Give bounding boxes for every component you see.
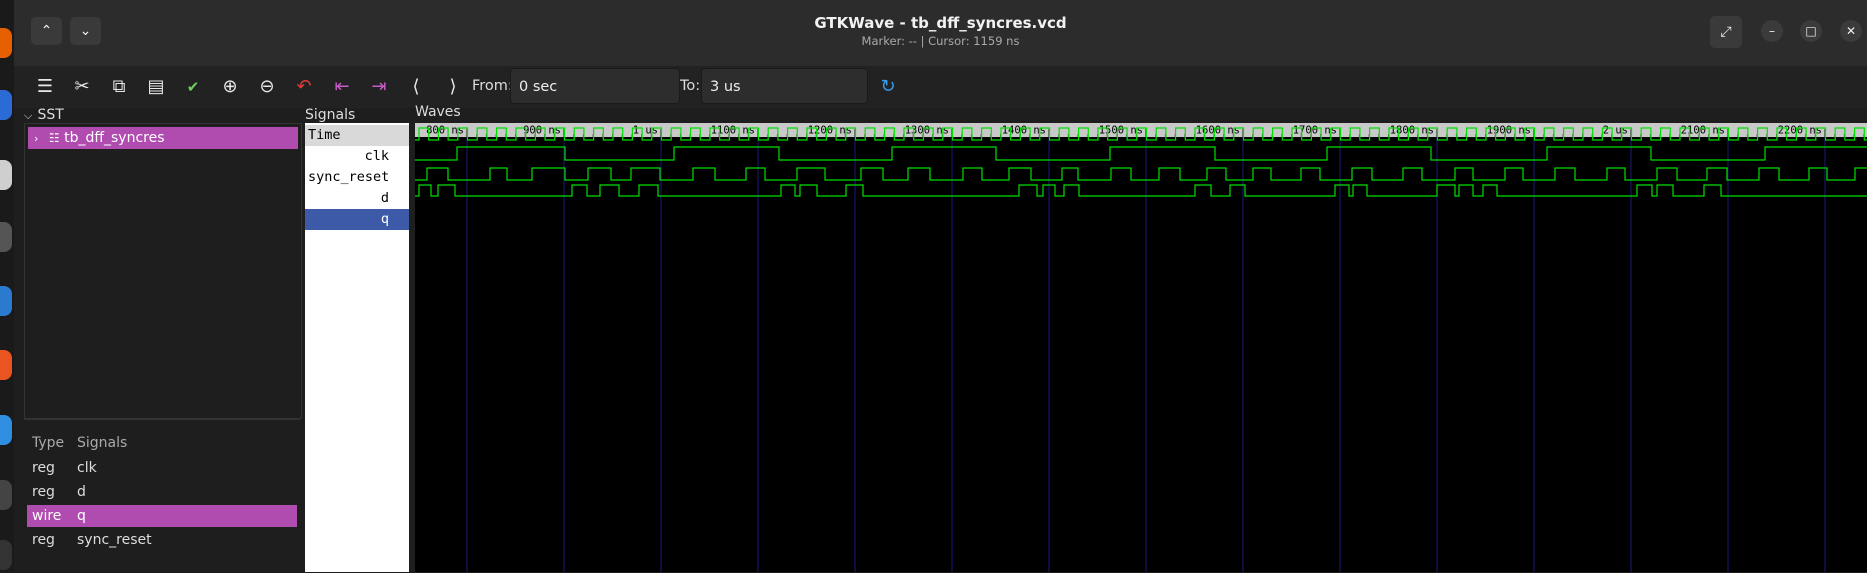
signal-sync-reset[interactable]: sync_reset bbox=[305, 167, 409, 188]
to-field[interactable]: 3 us bbox=[701, 68, 868, 104]
thunderbird-icon[interactable] bbox=[0, 90, 12, 120]
waveform-canvas[interactable]: 800 ns 900 ns 1 us 1100 ns 1200 ns 1300 ns 140… bbox=[415, 123, 1867, 572]
minimize-button[interactable]: – bbox=[1761, 20, 1783, 42]
window-subtitle: Marker: -- | Cursor: 1159 ns bbox=[861, 34, 1020, 48]
waveform-view[interactable]: 800 ns 900 ns 1 us 1100 ns 1200 ns 1300 ns 140… bbox=[415, 123, 1867, 572]
paste-icon[interactable]: ▤ bbox=[144, 75, 168, 99]
window-title: GTKWave - tb_dff_syncres.vcd bbox=[814, 14, 1067, 32]
zoom-end-icon[interactable]: ⇥ bbox=[367, 75, 391, 99]
sst-label: SST bbox=[37, 107, 64, 123]
signal-q-selected[interactable]: q bbox=[305, 209, 409, 230]
close-button[interactable]: ✕ bbox=[1840, 20, 1862, 42]
from-field[interactable]: 0 sec bbox=[510, 68, 680, 104]
wave-d[interactable] bbox=[415, 167, 1867, 181]
hierarchy-icon: ☷ bbox=[48, 131, 60, 145]
signal-name: sync_reset bbox=[77, 532, 152, 548]
signal-row-selected[interactable]: wire q bbox=[27, 505, 297, 527]
store-icon[interactable] bbox=[0, 350, 12, 380]
signal-q-label: q bbox=[380, 211, 389, 227]
signals-label: Signals bbox=[305, 107, 356, 123]
type-signals-panel: Type Signals reg clk reg d wire q reg sy… bbox=[24, 419, 300, 573]
signal-sync-reset-label: sync_reset bbox=[308, 169, 390, 185]
zoom-out-icon[interactable]: ⊖ bbox=[255, 75, 279, 99]
signal-clk[interactable]: clk bbox=[305, 146, 409, 167]
signal-name: clk bbox=[77, 460, 97, 476]
files-icon[interactable] bbox=[0, 160, 12, 190]
apps-icon[interactable] bbox=[0, 540, 12, 570]
chevron-down-icon: ⌵ bbox=[24, 109, 33, 122]
trash-icon[interactable] bbox=[0, 480, 12, 510]
signals-column-header: Signals bbox=[77, 435, 128, 451]
sst-tree: › ☷ tb_dff_syncres bbox=[24, 123, 302, 419]
zoom-start-icon[interactable]: ⇤ bbox=[330, 75, 354, 99]
to-label: To: bbox=[680, 78, 701, 94]
signal-name: q bbox=[77, 508, 86, 524]
signal-row[interactable]: reg clk bbox=[27, 457, 297, 479]
copy-icon[interactable]: ⧉ bbox=[107, 75, 131, 99]
sst-header[interactable]: ⌵ SST bbox=[24, 104, 300, 123]
select-all-icon[interactable]: ✔ bbox=[181, 75, 205, 99]
undo-zoom-icon[interactable]: ↶ bbox=[292, 75, 316, 99]
zoom-in-icon[interactable]: ⊕ bbox=[218, 75, 242, 99]
signal-name: d bbox=[77, 484, 86, 500]
signals-header: Signals bbox=[305, 104, 410, 123]
signal-row[interactable]: reg sync_reset bbox=[27, 529, 297, 551]
signals-list: Time clk sync_reset d q bbox=[305, 123, 409, 572]
type-column-header: Type bbox=[32, 435, 65, 451]
cut-icon[interactable]: ✂ bbox=[70, 75, 94, 99]
maximize-button[interactable]: □ bbox=[1800, 20, 1822, 42]
signal-clk-label: clk bbox=[364, 148, 389, 164]
signal-time-label: Time bbox=[308, 127, 341, 143]
writer-icon[interactable] bbox=[0, 286, 12, 316]
menu-icon[interactable]: ☰ bbox=[33, 75, 57, 99]
prev-page-icon[interactable]: ⟨ bbox=[404, 75, 428, 99]
next-page-icon[interactable]: ⟩ bbox=[441, 75, 465, 99]
fullscreen-button[interactable]: ⤢ bbox=[1710, 16, 1742, 48]
title-bar: ⌃ ⌄ GTKWave - tb_dff_syncres.vcd Marker:… bbox=[14, 0, 1867, 66]
ruler-tick-label: 1 us bbox=[633, 125, 658, 137]
type-signals-header: Type Signals bbox=[27, 432, 297, 454]
signal-row[interactable]: reg d bbox=[27, 481, 297, 503]
reload-icon[interactable]: ↻ bbox=[876, 75, 900, 99]
signal-time[interactable]: Time bbox=[305, 125, 409, 146]
ruler-tick-label: 2 us bbox=[1603, 125, 1628, 137]
dock bbox=[0, 0, 14, 572]
tree-item-label: tb_dff_syncres bbox=[64, 130, 165, 146]
tree-item-tb-dff-syncres[interactable]: › ☷ tb_dff_syncres bbox=[28, 127, 298, 149]
wave-q[interactable] bbox=[415, 184, 1867, 197]
firefox-icon[interactable] bbox=[0, 28, 12, 58]
toolbar: ☰ ✂ ⧉ ▤ ✔ ⊕ ⊖ ↶ ⇤ ⇥ ⟨ ⟩ From: 0 sec To: … bbox=[14, 66, 1867, 108]
signal-type: wire bbox=[32, 508, 62, 524]
signal-d-label: d bbox=[380, 190, 389, 206]
media-icon[interactable] bbox=[0, 222, 12, 252]
signal-type: reg bbox=[32, 484, 55, 500]
wave-sync-reset[interactable] bbox=[415, 146, 1867, 161]
signal-type: reg bbox=[32, 532, 55, 548]
from-label: From: bbox=[472, 78, 513, 94]
signal-type: reg bbox=[32, 460, 55, 476]
signal-d[interactable]: d bbox=[305, 188, 409, 209]
help-icon[interactable] bbox=[0, 415, 12, 445]
waves-label: Waves bbox=[415, 104, 461, 120]
chevron-right-icon[interactable]: › bbox=[34, 132, 38, 145]
